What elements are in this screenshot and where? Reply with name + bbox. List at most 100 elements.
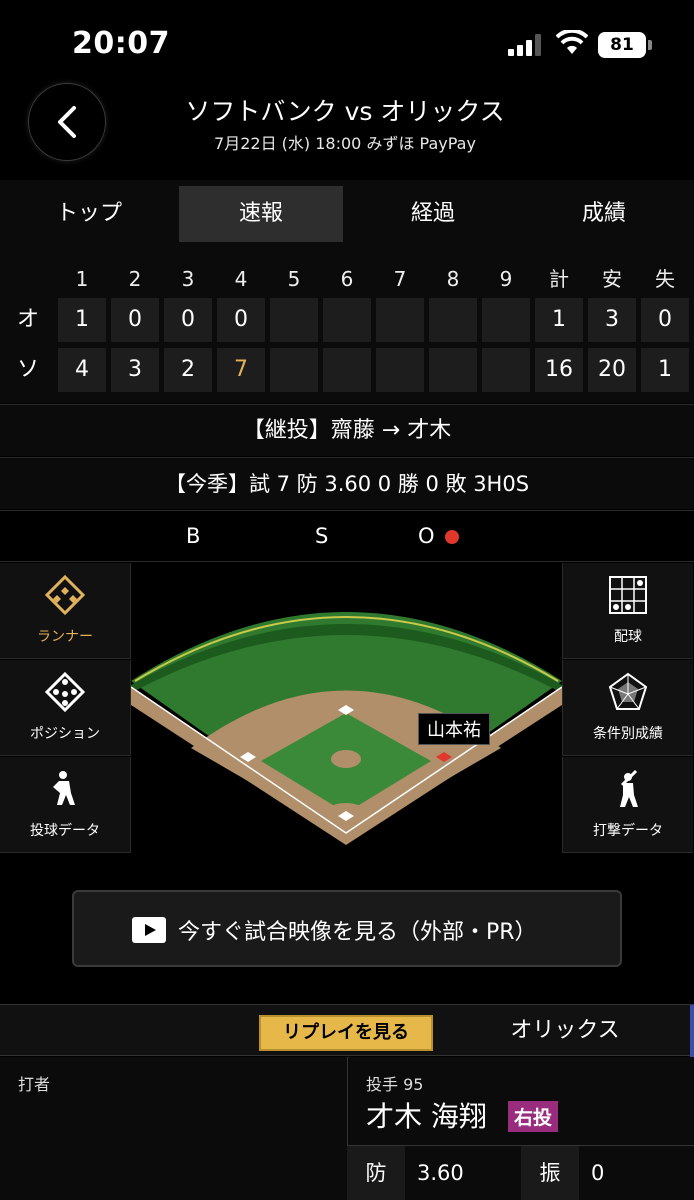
pitcher-label: 投手 95 — [366, 1075, 424, 1094]
strikeout-label: 振 — [521, 1146, 579, 1200]
runner-button[interactable]: ランナー — [0, 563, 131, 659]
pitcher-hand-badge: 右投 — [508, 1101, 559, 1132]
game-subtitle: 7月22日 (水) 18:00 みずほ PayPay — [214, 134, 476, 153]
score-cell: 0 — [111, 298, 159, 342]
pitch-chart-label: 配球 — [614, 629, 642, 645]
battery-icon: 81 — [598, 32, 646, 58]
score-cell: 1 — [641, 348, 689, 392]
score-cell: 0 — [641, 298, 689, 342]
accent-bar — [690, 1005, 694, 1057]
score-cell — [270, 348, 318, 392]
ball-label: B — [186, 524, 201, 548]
watch-video-label: 今すぐ試合映像を見る（外部・PR） — [178, 920, 537, 945]
score-header: 4 — [234, 267, 248, 291]
score-cell — [429, 298, 477, 342]
season-stats: 【今季】試 7 防 3.60 0 勝 0 敗 3H0S — [0, 457, 694, 509]
score-header: 9 — [499, 267, 513, 291]
split-stats-button[interactable]: 条件別成績 — [562, 660, 693, 756]
score-team: ソ — [16, 357, 39, 382]
tab-bar: トップ 速報 経過 成績 — [0, 180, 694, 248]
status-time: 20:07 — [72, 26, 170, 61]
score-cell: 1 — [535, 298, 583, 342]
tab-top[interactable]: トップ — [7, 186, 171, 242]
out-dot — [445, 530, 459, 544]
score-cell — [323, 348, 371, 392]
runner-name-tag: 山本祐 — [418, 713, 490, 745]
replay-button[interactable]: リプレイを見る — [259, 1015, 433, 1051]
score-team: オ — [16, 307, 39, 332]
score-cell — [323, 298, 371, 342]
chevron-left-icon — [58, 106, 76, 138]
baseball-field: 山本祐 — [130, 563, 563, 852]
play-icon — [132, 917, 166, 943]
relief-info: 【継投】齋藤 → 才木 — [0, 404, 694, 456]
team-bar: リプレイを見る オリックス — [0, 1004, 694, 1057]
batter-label: 打者 — [18, 1075, 51, 1094]
pitcher-icon — [53, 771, 75, 805]
score-header: 3 — [181, 267, 195, 291]
radar-chart-icon — [608, 672, 648, 710]
status-bar: 20:07 81 — [0, 0, 694, 90]
matchup-panel: 打者 投手 95 才木 海翔 右投 防 3.60 振 0 — [0, 1057, 694, 1200]
score-cell — [270, 298, 318, 342]
pitching-data-label: 投球データ — [30, 823, 100, 839]
score-header: 失 — [655, 267, 675, 291]
field-diagram — [130, 612, 563, 845]
score-header: 1 — [75, 267, 89, 291]
score-cell: 3 — [588, 298, 636, 342]
pitching-data-button[interactable]: 投球データ — [0, 757, 131, 853]
back-button[interactable] — [28, 83, 106, 161]
score-cell: 2 — [164, 348, 212, 392]
runner-diamond-icon — [45, 575, 85, 615]
score-cell: 7 — [217, 348, 265, 392]
score-cell: 0 — [164, 298, 212, 342]
signal-icon — [508, 34, 544, 56]
game-title: ソフトバンク vs オリックス — [185, 97, 505, 126]
score-cell — [376, 298, 424, 342]
score-cell: 0 — [217, 298, 265, 342]
score-header: 安 — [602, 267, 622, 291]
position-icon — [45, 672, 85, 712]
tab-progress[interactable]: 経過 — [351, 186, 515, 242]
score-cell: 20 — [588, 348, 636, 392]
score-cell — [376, 348, 424, 392]
score-header: 計 — [549, 267, 569, 291]
score-header: 5 — [287, 267, 301, 291]
tab-live[interactable]: 速報 — [179, 186, 343, 242]
score-cell — [429, 348, 477, 392]
pitch-chart-button[interactable]: 配球 — [562, 563, 693, 659]
pitch-grid-icon — [609, 576, 647, 614]
pitcher-name: 才木 海翔 — [366, 1100, 487, 1133]
score-cell — [482, 348, 530, 392]
team-tab-orix[interactable]: オリックス — [460, 1005, 670, 1057]
split-stats-label: 条件別成績 — [593, 726, 663, 742]
batter-icon — [620, 769, 638, 807]
score-header: 8 — [446, 267, 460, 291]
watch-video-button[interactable]: 今すぐ試合映像を見る（外部・PR） — [72, 890, 622, 967]
batting-data-button[interactable]: 打撃データ — [562, 757, 693, 853]
score-header: 2 — [128, 267, 142, 291]
tab-stats[interactable]: 成績 — [522, 186, 686, 242]
position-button[interactable]: ポジション — [0, 660, 131, 756]
pitcher-stat-row: 防 3.60 振 0 — [347, 1145, 694, 1200]
wifi-icon — [556, 30, 588, 54]
score-header: 6 — [340, 267, 354, 291]
batting-data-label: 打撃データ — [593, 823, 663, 839]
score-cell: 3 — [111, 348, 159, 392]
score-cell — [482, 298, 530, 342]
out-label: O — [418, 524, 435, 548]
score-cell: 1 — [58, 298, 106, 342]
scoreboard: 123456789計安失 オ 1 0 0 0 1 3 0 ソ 4 3 2 7 16 20 1 — [0, 248, 694, 403]
strike-label: S — [315, 524, 329, 548]
score-header: 7 — [393, 267, 407, 291]
era-label: 防 — [347, 1146, 405, 1200]
position-label: ポジション — [30, 726, 100, 742]
score-cell: 16 — [535, 348, 583, 392]
score-cell: 4 — [58, 348, 106, 392]
runner-label: ランナー — [37, 629, 93, 645]
bso-indicator: B S O — [0, 510, 694, 562]
era-value: 3.60 — [417, 1161, 464, 1185]
battery-cap — [648, 40, 652, 50]
header: ソフトバンク vs オリックス 7月22日 (水) 18:00 みずほ PayP… — [0, 80, 694, 178]
strikeout-value: 0 — [591, 1161, 605, 1185]
